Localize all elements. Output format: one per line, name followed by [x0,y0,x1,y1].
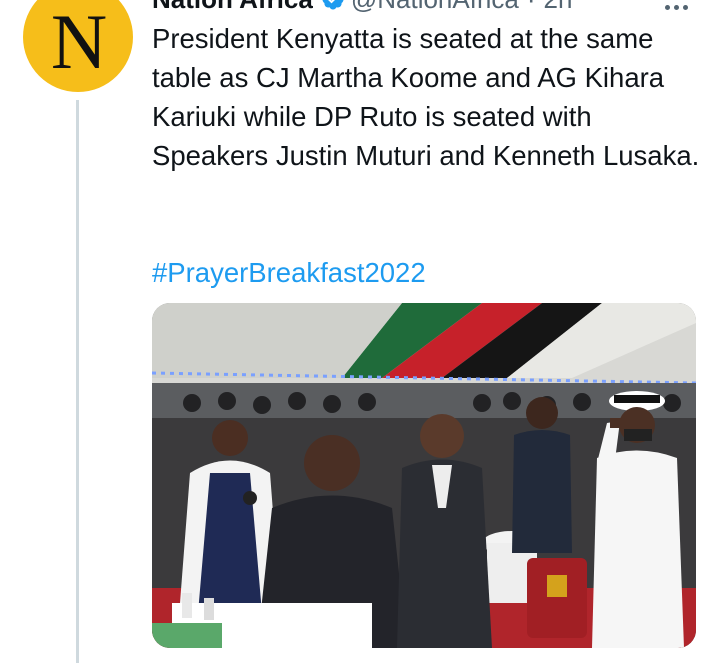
avatar-logo-letter: N [50,0,107,85]
event-photo-illustration [152,303,696,648]
tweet-text: President Kenyatta is seated at the same… [152,23,700,171]
hashtag-link[interactable]: #PrayerBreakfast2022 [152,253,426,292]
author-handle[interactable]: @NationAfrica [351,0,519,15]
more-options-icon[interactable] [662,0,690,10]
tweet-header: Nation Africa @NationAfrica · 2h [152,0,573,15]
thread-line [76,100,79,663]
header-separator: · [527,0,536,15]
verified-badge-icon [322,0,344,10]
tweet[interactable]: N Nation Africa @NationAfrica · 2h Presi… [0,0,720,663]
author-avatar[interactable]: N [23,0,133,92]
author-display-name[interactable]: Nation Africa [152,0,313,15]
tweet-photo[interactable] [152,303,696,648]
tweet-timestamp[interactable]: 2h [544,0,573,15]
